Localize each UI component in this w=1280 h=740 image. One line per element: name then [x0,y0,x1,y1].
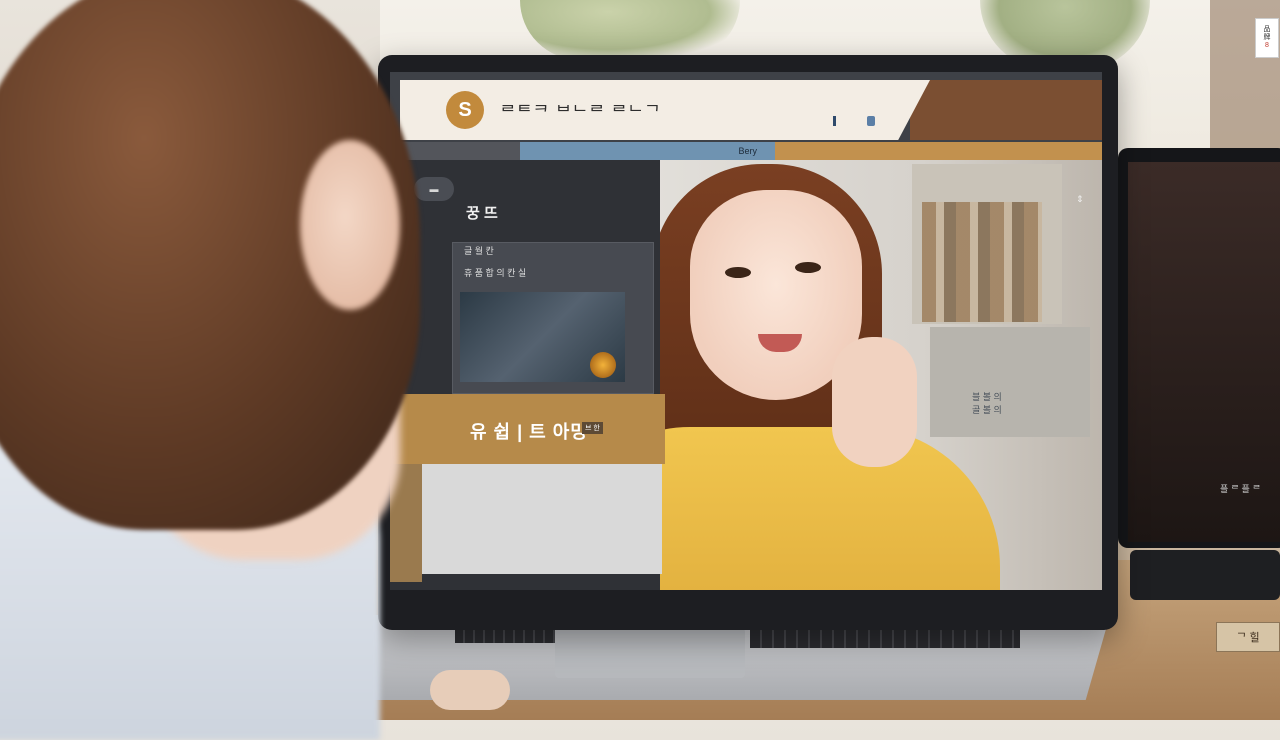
viewer-ear [300,140,400,310]
header-search-icon[interactable] [867,116,875,126]
site-title: ᄅᄐᄏ ᄇᄂᄅ ᄅᄂᄀ [500,102,662,122]
photo-panel [930,327,1090,437]
menu-button[interactable]: ▬ [414,177,454,201]
promo-tag: 브 한 [582,422,603,434]
viewer-hand [430,670,510,710]
desk-nameplate: ᄀ 힐 [1216,622,1280,652]
trackpad [555,628,745,678]
photo-panel-label: 블 볼 의 골 볼 의 [972,392,1002,415]
lower-panel [422,464,662,574]
site-header: S ᄅᄐᄏ ᄇᄂᄅ ᄅᄂᄀ [400,80,930,140]
photo-books [922,202,1042,322]
lamp-icon [590,352,616,378]
woman-hand [832,337,917,467]
scroll-icon[interactable]: ⇕ [1076,194,1084,205]
panel-heading: 꿍 뜨 [466,205,498,222]
watermark-seal: 品 牌 8 [1255,18,1279,58]
subnav-segment-gold [775,142,1102,160]
promo-text: 유 쉽 | 트 아밍 [470,422,588,442]
keyboard-right [750,628,1020,648]
second-monitor-text: 플 ᄅ 플 ᄅ [1220,484,1261,494]
card-subtitle: 휴 품 합 의 칸 실 [464,268,527,278]
subnav-segment-dark [400,142,520,160]
subnav-label: Bery [738,146,757,156]
site-logo[interactable]: S [446,91,484,129]
laptop-screen: • • • S ᄅᄐᄏ ᄇᄂᄅ ᄅᄂᄀ Bery 블 볼 의 골 볼 의 ⇕ ▬… [390,72,1102,590]
woman-eye-left [725,267,751,278]
woman-eye-right [795,262,821,273]
header-wood-panel: • • • [910,80,1102,140]
second-monitor-stand [1130,550,1280,600]
sub-navigation: Bery [400,142,1102,160]
header-indicator-icon [833,116,836,126]
background-plant [520,0,740,60]
card-title: 글 월 칸 [464,246,494,256]
subnav-tab-active[interactable]: Bery [520,142,775,160]
